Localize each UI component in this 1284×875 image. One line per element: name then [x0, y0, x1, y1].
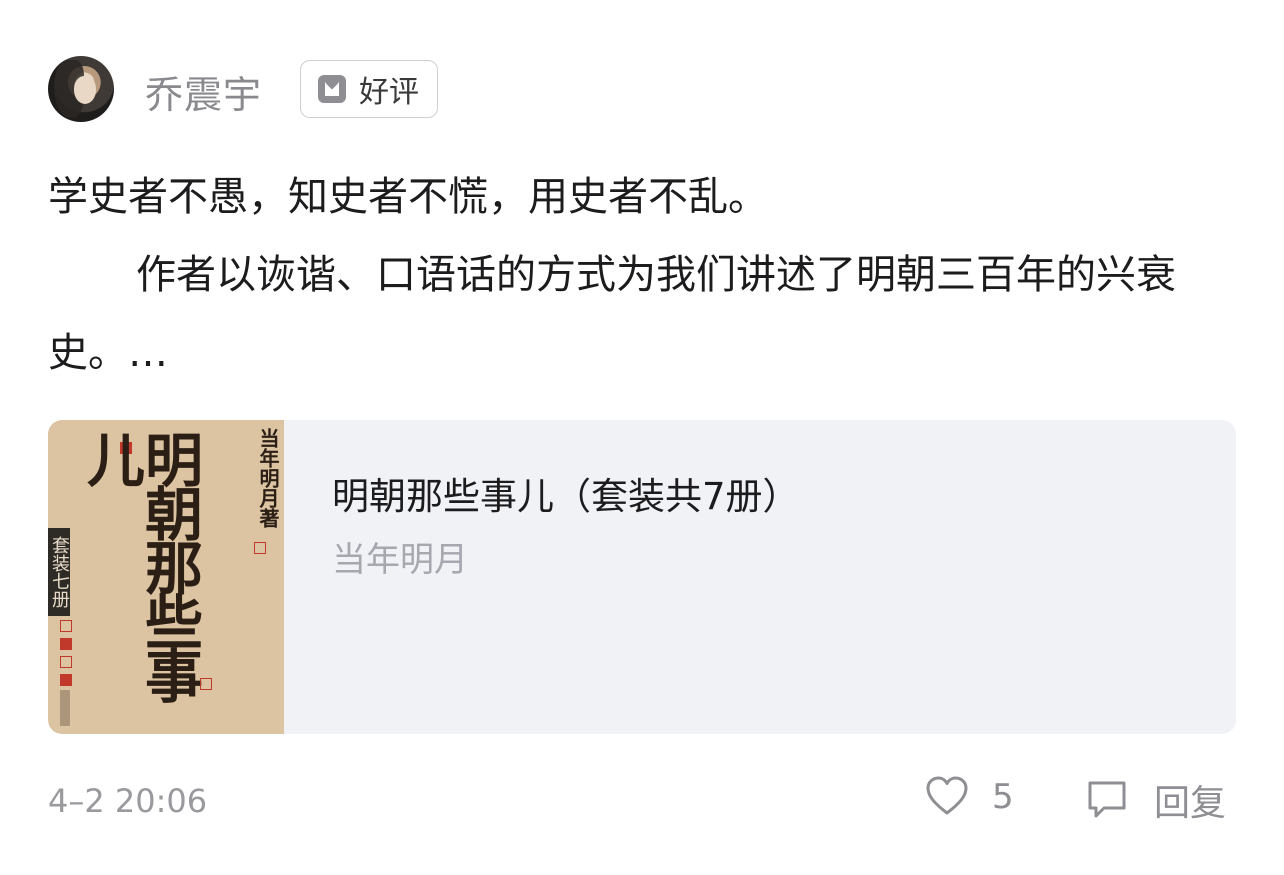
heart-icon: [926, 776, 968, 815]
comment-icon: [1088, 781, 1126, 818]
cover-author-name: 当年明月: [256, 428, 280, 508]
cover-set-label: 套装七册: [48, 528, 70, 616]
review-content[interactable]: 学史者不愚，知史者不慌，用史者不乱。 作者以诙谐、口语话的方式为我们讲述了明朝三…: [48, 158, 1238, 392]
cover-title: 明朝那些事儿: [77, 430, 203, 700]
user-name[interactable]: 乔震宇: [145, 64, 262, 119]
like-button[interactable]: 5: [924, 774, 1014, 820]
reply-button[interactable]: 回复: [1084, 774, 1226, 826]
avatar-face: [74, 76, 96, 104]
cover-seal: [60, 674, 72, 686]
publisher-logo: [60, 690, 70, 726]
cover-author: 当年明月著: [254, 428, 283, 528]
timestamp: 4–2 20:06: [48, 782, 208, 820]
book-cover: 明朝那些事儿 当年明月著 套装七册: [48, 420, 284, 734]
user-avatar[interactable]: [48, 56, 114, 122]
like-count: 5: [992, 777, 1014, 817]
review-line-1: 学史者不愚，知史者不慌，用史者不乱。: [48, 174, 768, 220]
cover-seal: [200, 678, 212, 690]
rating-icon: [318, 75, 346, 103]
book-author: 当年明月: [332, 540, 468, 580]
rating-badge: 好评: [300, 60, 438, 118]
book-title: 明朝那些事儿（套装共7册）: [332, 475, 800, 518]
rating-label: 好评: [359, 75, 419, 110]
book-card[interactable]: 明朝那些事儿 当年明月著 套装七册 明朝那些事儿（套装共7册） 当年明月: [48, 420, 1236, 734]
review-line-2: 作者以诙谐、口语话的方式为我们讲述了明朝三百年的兴衰史。…: [48, 252, 1176, 376]
reply-label: 回复: [1154, 783, 1227, 824]
cover-author-suffix: 著: [256, 508, 280, 528]
cover-seal: [60, 656, 72, 668]
cover-seal: [60, 638, 72, 650]
cover-seal: [254, 542, 266, 554]
cover-seal: [60, 620, 72, 632]
